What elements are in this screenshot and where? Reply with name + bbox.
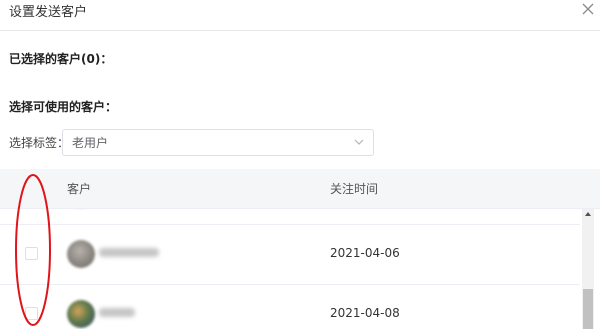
table-row xyxy=(0,209,580,225)
scroll-up-arrow-icon[interactable] xyxy=(585,212,591,216)
avatar xyxy=(67,240,95,268)
chevron-down-icon xyxy=(354,139,364,145)
tag-select-value: 老用户 xyxy=(72,136,109,150)
tag-filter-label: 选择标签： xyxy=(9,136,70,150)
available-customers-label: 选择可使用的客户： xyxy=(9,100,118,114)
close-icon[interactable] xyxy=(582,3,594,15)
column-header-follow-time: 关注时间 xyxy=(330,182,379,196)
selected-customers-label: 已选择的客户(0)： xyxy=(9,52,113,66)
column-header-customer: 客户 xyxy=(67,182,92,196)
scroll-thumb[interactable] xyxy=(583,289,593,329)
follow-date: 2021-04-06 xyxy=(330,246,400,260)
send-customer-dialog: 设置发送客户 已选择的客户(0)： 选择可使用的客户： 选择标签： 老用户 客户… xyxy=(0,0,600,329)
follow-date: 2021-04-08 xyxy=(330,306,400,320)
table-scrollbar[interactable] xyxy=(582,209,594,329)
row-checkbox[interactable] xyxy=(25,307,38,320)
customer-name-redacted xyxy=(99,248,159,257)
dialog-header: 设置发送客户 xyxy=(0,0,600,31)
table-row: 2021-04-08 xyxy=(0,285,580,329)
table-header: 客户 关注时间 xyxy=(0,169,600,209)
row-checkbox[interactable] xyxy=(25,247,38,260)
customer-table: 客户 关注时间 2021-04-06 2021-04-08 xyxy=(0,169,600,329)
table-body: 2021-04-06 2021-04-08 xyxy=(0,209,580,329)
customer-name-redacted xyxy=(99,308,135,317)
avatar xyxy=(67,300,95,328)
tag-select[interactable]: 老用户 xyxy=(62,129,374,156)
dialog-title: 设置发送客户 xyxy=(9,5,88,20)
table-row: 2021-04-06 xyxy=(0,225,580,285)
